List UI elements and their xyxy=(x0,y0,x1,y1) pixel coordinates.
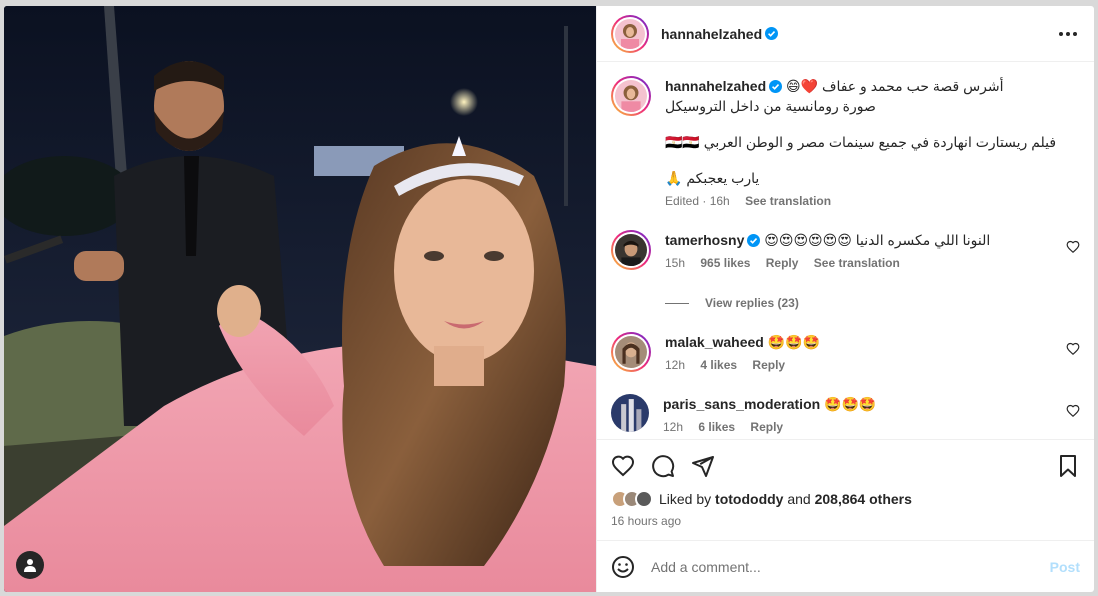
liked-by-prefix: Liked by xyxy=(659,491,712,507)
caption-line-3: فيلم ريستارت انهاردة في جميع سينمات مصر … xyxy=(665,134,1057,150)
liked-by-user[interactable]: totododdy xyxy=(715,491,783,507)
liker-avatar xyxy=(635,490,653,508)
user-icon xyxy=(24,559,36,572)
comment-text: 🤩🤩🤩 xyxy=(824,396,877,412)
share-icon[interactable] xyxy=(691,454,715,478)
post-header: hannahelzahed xyxy=(597,6,1094,62)
caption-edited-time: Edited · 16h xyxy=(665,194,730,208)
heart-icon[interactable] xyxy=(1066,404,1080,418)
author-username[interactable]: hannahelzahed xyxy=(661,26,762,42)
post-side-panel: hannahelzahed hannahelzahed أشرس قصة حب … xyxy=(596,6,1094,592)
add-comment-bar: Post xyxy=(597,540,1094,592)
comment-item: paris_sans_moderation 🤩🤩🤩 12h 6 likes Re… xyxy=(611,394,1080,434)
comment-icon[interactable] xyxy=(651,454,675,478)
comment-avatar[interactable] xyxy=(611,332,651,372)
caption-line-2: صورة رومانسية من داخل التروسيكل xyxy=(665,98,876,114)
caption-line-4: يارب يعجبكم 🙏 xyxy=(665,170,760,186)
comment-reply-button[interactable]: Reply xyxy=(750,420,783,434)
bookmark-icon[interactable] xyxy=(1056,454,1080,478)
comment-text: النونا اللي مكسره الدنيا 😍😍😍😍😍😍 xyxy=(764,232,991,248)
comment-reply-button[interactable]: Reply xyxy=(766,256,799,270)
comment-likes[interactable]: 6 likes xyxy=(698,420,735,434)
likes-summary: Liked by totododdy and 208,864 others xyxy=(611,490,1080,508)
caption-username[interactable]: hannahelzahed xyxy=(665,78,766,94)
post-dialog: hannahelzahed hannahelzahed أشرس قصة حب … xyxy=(4,6,1094,592)
comment-input[interactable] xyxy=(651,558,1050,575)
caption-avatar[interactable] xyxy=(611,76,651,116)
verified-badge-icon xyxy=(747,234,761,247)
caption-line-1: أشرس قصة حب محمد و عفاف ❤️😄 xyxy=(786,78,1004,94)
more-horizontal-icon xyxy=(1059,31,1077,36)
caption-see-translation[interactable]: See translation xyxy=(745,194,831,208)
likes-count[interactable]: 208,864 others xyxy=(815,491,912,507)
liker-avatars[interactable] xyxy=(611,490,653,508)
verified-badge-icon xyxy=(765,27,779,40)
comment-item: malak_waheed 🤩🤩🤩 12h 4 likes Reply xyxy=(611,332,1080,372)
comment-avatar[interactable] xyxy=(611,230,651,270)
view-replies-label: View replies (23) xyxy=(705,296,799,310)
verified-badge-icon xyxy=(769,80,783,93)
comment-time: 12h xyxy=(665,358,686,372)
post-actions: Liked by totododdy and 208,864 others 16… xyxy=(597,439,1094,540)
comment-text: 🤩🤩🤩 xyxy=(767,334,821,350)
comment-reply-button[interactable]: Reply xyxy=(752,358,785,372)
view-replies-button[interactable]: View replies (23) xyxy=(665,296,1080,310)
comment-username[interactable]: paris_sans_moderation xyxy=(663,396,820,412)
caption: hannahelzahed أشرس قصة حب محمد و عفاف ❤️… xyxy=(611,76,1080,208)
comment-username[interactable]: tamerhosny xyxy=(665,232,744,248)
comment-item: tamerhosny النونا اللي مكسره الدنيا 😍😍😍😍… xyxy=(611,230,1080,270)
comment-time: 12h xyxy=(663,420,684,434)
comment-likes[interactable]: 4 likes xyxy=(700,358,737,372)
emoji-icon[interactable] xyxy=(611,555,635,579)
more-options-button[interactable] xyxy=(1056,22,1080,46)
comment-time: 15h xyxy=(665,256,686,270)
heart-icon[interactable] xyxy=(1066,342,1080,356)
post-timestamp[interactable]: 16 hours ago xyxy=(611,514,1080,540)
comment-see-translation[interactable]: See translation xyxy=(814,256,900,270)
author-avatar[interactable] xyxy=(611,14,649,53)
replies-divider xyxy=(665,302,689,304)
post-comment-button[interactable]: Post xyxy=(1050,559,1080,575)
comment-username[interactable]: malak_waheed xyxy=(665,334,764,350)
heart-icon[interactable] xyxy=(1066,240,1080,254)
heart-icon[interactable] xyxy=(611,454,635,478)
post-image[interactable] xyxy=(4,6,596,592)
comments-section[interactable]: hannahelzahed أشرس قصة حب محمد و عفاف ❤️… xyxy=(597,62,1094,439)
liked-by-and: and xyxy=(787,491,811,507)
comment-avatar[interactable] xyxy=(611,394,649,432)
comment-likes[interactable]: 965 likes xyxy=(700,256,750,270)
tagged-users-button[interactable] xyxy=(16,551,44,579)
